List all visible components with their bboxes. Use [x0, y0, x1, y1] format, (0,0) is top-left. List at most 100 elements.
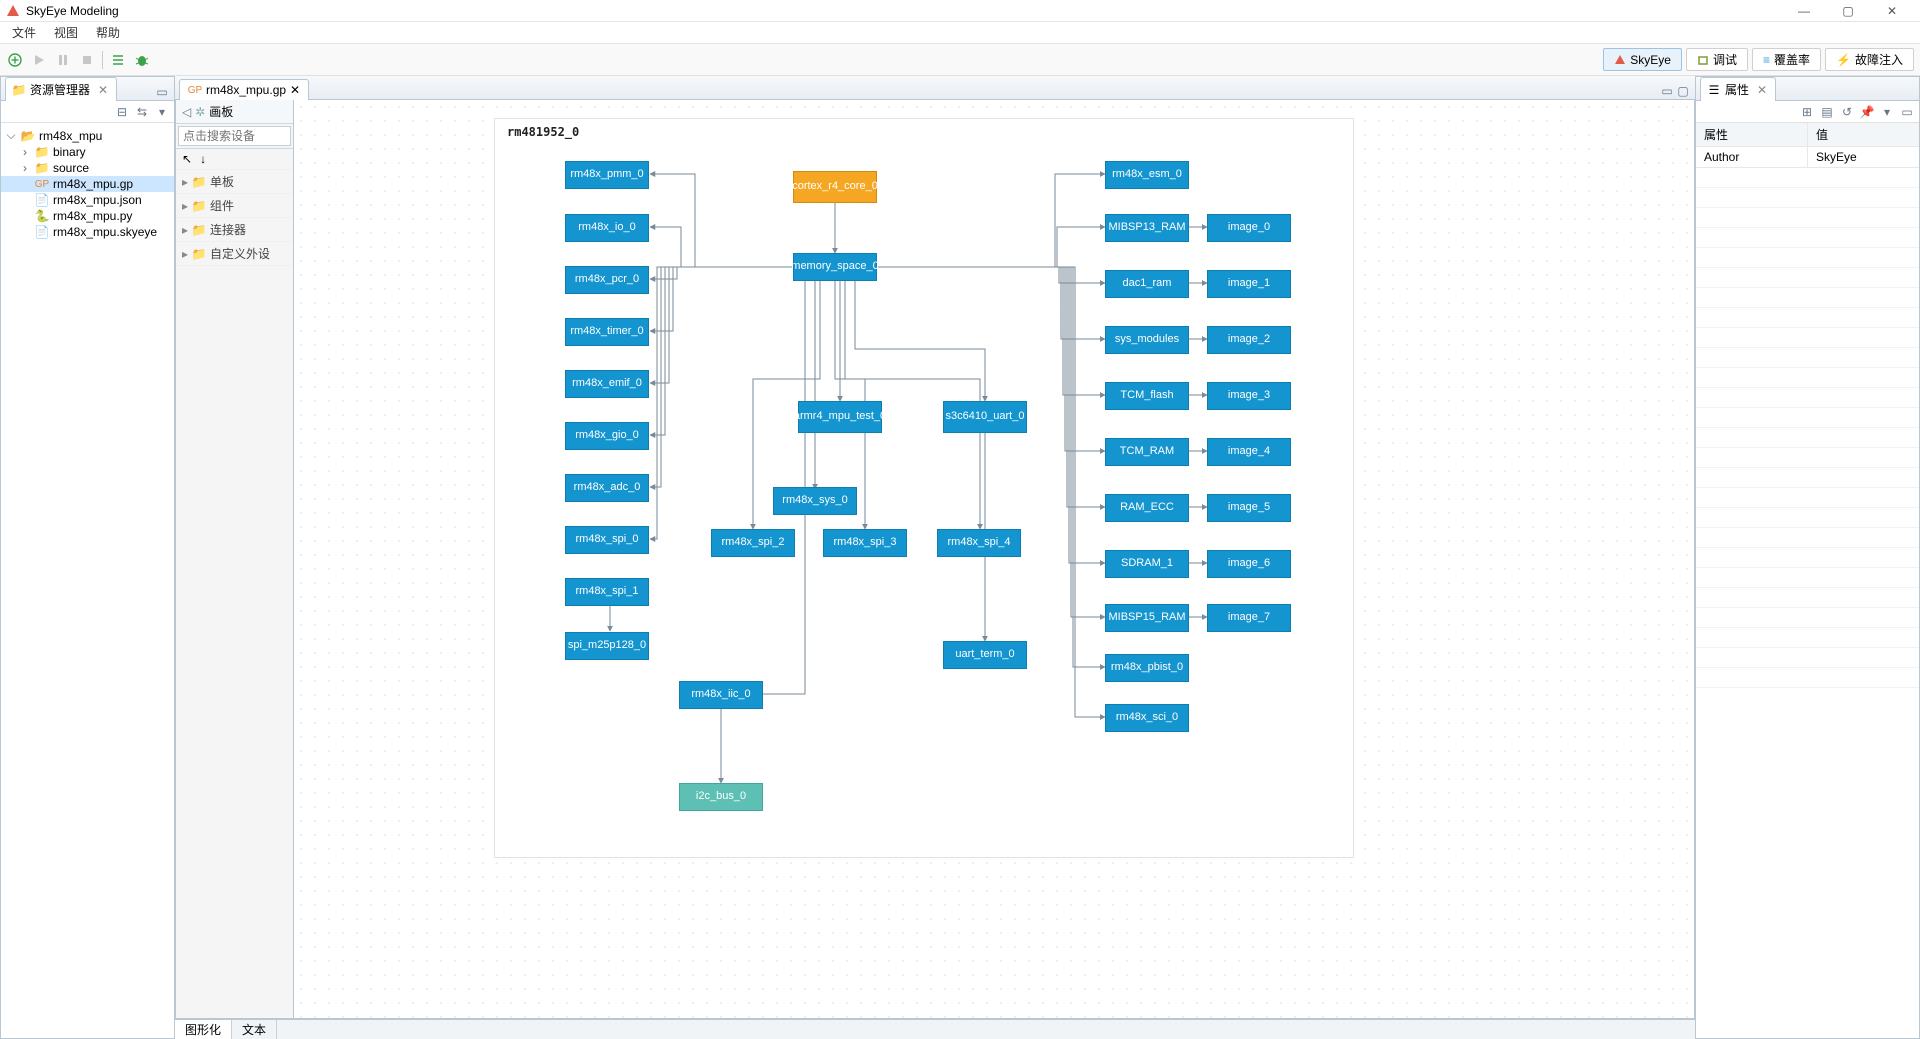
node-spi1[interactable]: rm48x_spi_1 — [565, 578, 649, 606]
prop-pin-icon[interactable]: 📌 — [1859, 104, 1875, 120]
editor-tab[interactable]: GP rm48x_mpu.gp ✕ — [179, 79, 309, 100]
node-image0[interactable]: image_0 — [1207, 214, 1291, 242]
navigator-tab[interactable]: 📁 资源管理器 ✕ — [5, 77, 117, 101]
diagram-container[interactable]: rm481952_0 — [494, 118, 1354, 858]
palette-search-input[interactable] — [178, 126, 291, 146]
folder-icon: 📁 — [35, 145, 49, 159]
prop-filter-icon[interactable]: ▤ — [1819, 104, 1835, 120]
node-tcmram[interactable]: TCM_RAM — [1105, 438, 1189, 466]
diagram-canvas[interactable]: rm481952_0 — [294, 100, 1694, 1018]
node-sci[interactable]: rm48x_sci_0 — [1105, 704, 1189, 732]
node-sys[interactable]: rm48x_sys_0 — [773, 487, 857, 515]
node-ramecc[interactable]: RAM_ECC — [1105, 494, 1189, 522]
node-iic[interactable]: rm48x_iic_0 — [679, 681, 763, 709]
bug-icon[interactable] — [133, 51, 151, 69]
chevron-right-icon[interactable]: › — [19, 145, 31, 159]
bottom-tab-graphical[interactable]: 图形化 — [175, 1020, 232, 1039]
view-menu-icon[interactable]: ▾ — [154, 104, 170, 120]
tree-py-file[interactable]: 🐍 rm48x_mpu.py — [1, 208, 174, 224]
tree-binary[interactable]: › 📁 binary — [1, 144, 174, 160]
palette-pointer-row[interactable]: ↖ ↓ — [176, 149, 293, 170]
node-image6[interactable]: image_6 — [1207, 550, 1291, 578]
run-icon — [30, 51, 48, 69]
node-sysmodules[interactable]: sys_modules — [1105, 326, 1189, 354]
node-gio[interactable]: rm48x_gio_0 — [565, 422, 649, 450]
tree-binary-label: binary — [53, 145, 86, 159]
node-mibsp13[interactable]: MIBSP13_RAM — [1105, 214, 1189, 242]
node-spi0[interactable]: rm48x_spi_0 — [565, 526, 649, 554]
node-image1[interactable]: image_1 — [1207, 270, 1291, 298]
node-spi4[interactable]: rm48x_spi_4 — [937, 529, 1021, 557]
palette-group-custom[interactable]: ▸ 📁 自定义外设 — [176, 242, 293, 266]
node-tcmflash[interactable]: TCM_flash — [1105, 382, 1189, 410]
prop-menu-icon[interactable]: ▾ — [1879, 104, 1895, 120]
prop-categories-icon[interactable]: ⊞ — [1799, 104, 1815, 120]
chevron-right-icon[interactable]: › — [19, 161, 31, 175]
editor-tab-close-icon[interactable]: ✕ — [290, 83, 300, 97]
tree-gp-file[interactable]: GP rm48x_mpu.gp — [1, 176, 174, 192]
menubar: 文件 视图 帮助 — [0, 22, 1920, 44]
node-image7[interactable]: image_7 — [1207, 604, 1291, 632]
bottom-tab-text[interactable]: 文本 — [232, 1020, 277, 1039]
folder-icon: 📁 — [192, 175, 206, 189]
prop-default-icon[interactable]: ↺ — [1839, 104, 1855, 120]
node-cortex[interactable]: cortex_r4_core_0 — [793, 171, 877, 203]
node-i2c-bus[interactable]: i2c_bus_0 — [679, 783, 763, 811]
node-sdram1[interactable]: SDRAM_1 — [1105, 550, 1189, 578]
navigator-minimize-icon[interactable]: ▭ — [154, 84, 170, 100]
tree-skyeye-file[interactable]: 📄 rm48x_mpu.skyeye — [1, 224, 174, 240]
palette-group-component[interactable]: ▸ 📁 组件 — [176, 194, 293, 218]
add-icon[interactable] — [6, 51, 24, 69]
menu-view[interactable]: 视图 — [46, 22, 86, 43]
menu-help[interactable]: 帮助 — [88, 22, 128, 43]
tree-source[interactable]: › 📁 source — [1, 160, 174, 176]
perspective-fault[interactable]: ⚡ 故障注入 — [1825, 48, 1914, 71]
node-dac1[interactable]: dac1_ram — [1105, 270, 1189, 298]
node-pcr[interactable]: rm48x_pcr_0 — [565, 266, 649, 294]
prop-minimize-icon[interactable]: ▭ — [1899, 104, 1915, 120]
node-mibsp15[interactable]: MIBSP15_RAM — [1105, 604, 1189, 632]
tree-json-file[interactable]: 📄 rm48x_mpu.json — [1, 192, 174, 208]
node-image2[interactable]: image_2 — [1207, 326, 1291, 354]
node-uart6410[interactable]: s3c6410_uart_0 — [943, 401, 1027, 433]
palette-group-connector[interactable]: ▸ 📁 连接器 — [176, 218, 293, 242]
navigator-tree[interactable]: ⌵ 📂 rm48x_mpu › 📁 binary › 📁 source GP r… — [1, 123, 174, 1038]
perspective-skyeye[interactable]: SkyEye — [1603, 48, 1682, 71]
properties-tab[interactable]: ☰ 属性 ✕ — [1700, 77, 1776, 101]
menu-file[interactable]: 文件 — [4, 22, 44, 43]
list-icon[interactable] — [109, 51, 127, 69]
node-image5[interactable]: image_5 — [1207, 494, 1291, 522]
property-row[interactable]: Author SkyEye — [1696, 147, 1919, 168]
palette-group-board[interactable]: ▸ 📁 单板 — [176, 170, 293, 194]
node-timer[interactable]: rm48x_timer_0 — [565, 318, 649, 346]
node-spi3[interactable]: rm48x_spi_3 — [823, 529, 907, 557]
node-image4[interactable]: image_4 — [1207, 438, 1291, 466]
node-uart-term[interactable]: uart_term_0 — [943, 641, 1027, 669]
node-pbist[interactable]: rm48x_pbist_0 — [1105, 654, 1189, 682]
node-image3[interactable]: image_3 — [1207, 382, 1291, 410]
palette-back-icon[interactable]: ◁ — [182, 105, 191, 119]
node-armr4[interactable]: armr4_mpu_test_0 — [798, 401, 882, 433]
perspective-fault-label: 故障注入 — [1855, 51, 1903, 68]
window-close[interactable]: ✕ — [1870, 4, 1914, 18]
tree-project[interactable]: ⌵ 📂 rm48x_mpu — [1, 127, 174, 144]
link-editor-icon[interactable]: ⇆ — [134, 104, 150, 120]
node-spi2[interactable]: rm48x_spi_2 — [711, 529, 795, 557]
chevron-down-icon[interactable]: ⌵ — [5, 128, 17, 143]
collapse-all-icon[interactable]: ⊟ — [114, 104, 130, 120]
node-m25p[interactable]: spi_m25p128_0 — [565, 632, 649, 660]
node-adc[interactable]: rm48x_adc_0 — [565, 474, 649, 502]
editor-minimize-icon[interactable]: ▭ — [1659, 83, 1675, 99]
node-io[interactable]: rm48x_io_0 — [565, 214, 649, 242]
perspective-coverage[interactable]: ≡ 覆盖率 — [1752, 48, 1821, 71]
node-emif[interactable]: rm48x_emif_0 — [565, 370, 649, 398]
properties-close-icon[interactable]: ✕ — [1757, 83, 1767, 97]
window-maximize[interactable]: ▢ — [1826, 4, 1870, 18]
window-minimize[interactable]: — — [1782, 4, 1826, 18]
editor-maximize-icon[interactable]: ▢ — [1675, 83, 1691, 99]
node-esm[interactable]: rm48x_esm_0 — [1105, 161, 1189, 189]
perspective-debug[interactable]: 调试 — [1686, 48, 1748, 71]
node-pmm[interactable]: rm48x_pmm_0 — [565, 161, 649, 189]
node-memory[interactable]: memory_space_0 — [793, 253, 877, 281]
navigator-close-icon[interactable]: ✕ — [98, 83, 108, 97]
